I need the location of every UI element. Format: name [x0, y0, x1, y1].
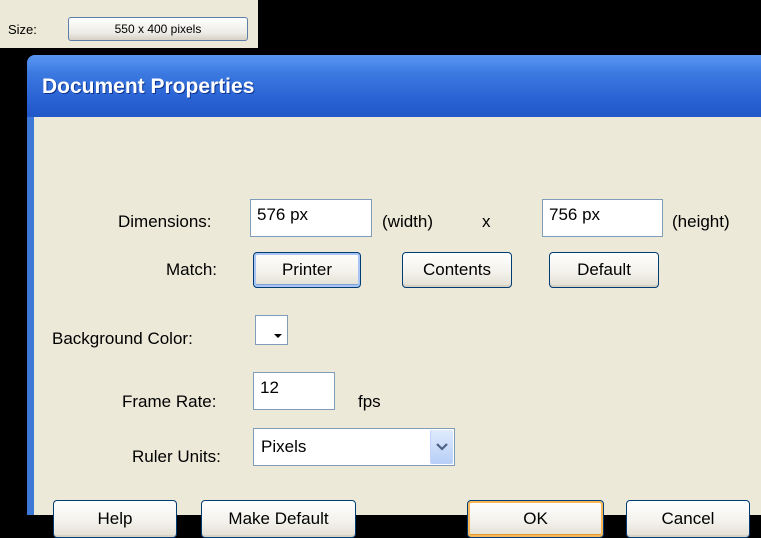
frame-rate-unit: fps	[358, 392, 381, 411]
size-button[interactable]: 550 x 400 pixels	[68, 17, 248, 41]
document-properties-dialog: Document Properties Dimensions: 576 px (…	[27, 55, 761, 538]
height-unit-label: (height)	[672, 212, 730, 231]
dialog-body: Dimensions: 576 px (width) x 756 px (hei…	[34, 117, 761, 538]
match-printer-button[interactable]: Printer	[253, 252, 361, 288]
dimension-separator: x	[482, 212, 491, 231]
dimensions-label: Dimensions:	[118, 212, 212, 231]
dialog-titlebar[interactable]: Document Properties	[27, 55, 761, 117]
height-input[interactable]: 756 px	[542, 199, 663, 237]
width-unit-label: (width)	[382, 212, 434, 231]
dialog-title: Document Properties	[42, 75, 255, 98]
properties-strip: Size: 550 x 400 pixels	[0, 0, 258, 48]
cancel-button[interactable]: Cancel	[626, 500, 750, 538]
frame-rate-input[interactable]: 12	[253, 372, 335, 410]
background-color-label: Background Color:	[52, 329, 193, 348]
match-default-button[interactable]: Default	[549, 252, 659, 288]
frame-rate-label: Frame Rate:	[122, 392, 217, 411]
ruler-units-value: Pixels	[261, 437, 307, 456]
match-label: Match:	[166, 260, 218, 279]
help-button[interactable]: Help	[53, 500, 177, 538]
ruler-units-label: Ruler Units:	[132, 447, 221, 466]
chevron-down-icon	[436, 443, 448, 451]
background-color-swatch[interactable]	[255, 315, 288, 345]
match-contents-button[interactable]: Contents	[402, 252, 512, 288]
ok-button[interactable]: OK	[467, 500, 604, 538]
ruler-units-select[interactable]: Pixels	[253, 428, 455, 466]
size-label: Size:	[8, 22, 37, 37]
chevron-down-icon	[274, 334, 282, 338]
width-input[interactable]: 576 px	[250, 199, 372, 237]
make-default-button[interactable]: Make Default	[201, 500, 356, 538]
dropdown-arrow-button[interactable]	[430, 430, 453, 464]
